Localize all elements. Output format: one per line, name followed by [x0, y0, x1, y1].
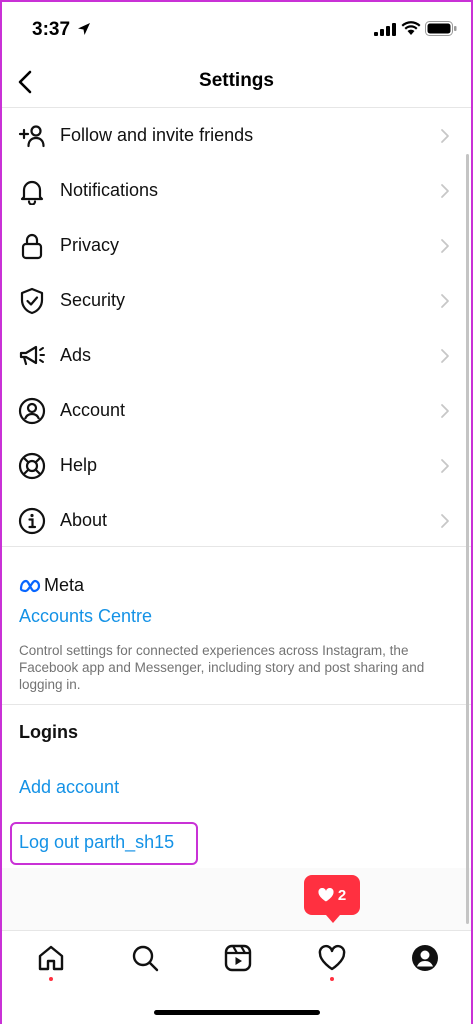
person-circle-icon	[18, 397, 46, 424]
scrollbar[interactable]	[466, 154, 469, 924]
home-icon[interactable]	[36, 943, 66, 973]
megaphone-icon	[19, 345, 45, 365]
home-activity-dot	[49, 977, 53, 981]
chevron-right-icon	[441, 128, 449, 143]
lock-icon	[21, 233, 43, 259]
menu-item-label: Help	[60, 455, 98, 475]
wifi-icon	[401, 21, 421, 35]
menu-item-label: Privacy	[60, 235, 120, 255]
bottom-spacer	[2, 868, 471, 930]
location-arrow-icon	[78, 23, 90, 35]
search-icon[interactable]	[130, 943, 160, 973]
menu-item-follow-invite[interactable]: Follow and invite friends	[2, 108, 471, 163]
menu-item-label: Ads	[60, 345, 92, 365]
section-divider	[2, 704, 471, 705]
chevron-right-icon	[441, 183, 449, 198]
menu-item-label: About	[60, 510, 108, 530]
chevron-right-icon	[441, 403, 449, 418]
section-divider	[2, 546, 471, 547]
status-bar: 3:37	[2, 2, 471, 56]
heart-filled-icon	[318, 888, 334, 902]
menu-item-label: Notifications	[60, 180, 159, 200]
meta-brand-text: Meta	[44, 575, 85, 595]
bell-icon	[20, 180, 44, 205]
menu-item-notifications[interactable]: Notifications	[2, 163, 471, 218]
menu-item-label: Security	[60, 290, 126, 310]
chevron-right-icon	[441, 238, 449, 253]
menu-item-label: Account	[60, 400, 126, 420]
chevron-right-icon	[441, 458, 449, 473]
logout-link[interactable]: Log out parth_sh15	[19, 832, 174, 853]
shield-icon	[20, 287, 44, 314]
accounts-centre-description: Control settings for connected experienc…	[19, 643, 425, 692]
settings-menu: Follow and invite friends Notifications …	[2, 108, 471, 548]
battery-icon	[425, 21, 457, 36]
home-indicator	[154, 1010, 320, 1015]
reels-icon[interactable]	[223, 943, 253, 973]
cellular-signal-icon	[374, 23, 396, 36]
add-account-link[interactable]: Add account	[19, 777, 119, 798]
logins-heading: Logins	[19, 722, 78, 742]
page-title: Settings	[199, 70, 274, 91]
heart-icon[interactable]	[317, 943, 347, 973]
menu-item-label: Follow and invite friends	[60, 125, 254, 145]
info-icon	[18, 507, 46, 534]
lifebuoy-icon	[18, 452, 46, 479]
menu-item-about[interactable]: About	[2, 493, 471, 548]
menu-item-security[interactable]: Security	[2, 273, 471, 328]
menu-item-ads[interactable]: Ads	[2, 328, 471, 383]
profile-icon[interactable]	[410, 943, 440, 973]
menu-item-help[interactable]: Help	[2, 438, 471, 493]
meta-logo: Meta	[19, 575, 84, 596]
add-person-icon	[18, 124, 45, 147]
activity-notification-bubble[interactable]: 2	[304, 875, 360, 923]
menu-item-privacy[interactable]: Privacy	[2, 218, 471, 273]
menu-item-account[interactable]: Account	[2, 383, 471, 438]
chevron-right-icon	[441, 293, 449, 308]
meta-infinity-icon	[19, 579, 41, 592]
status-time: 3:37	[32, 19, 71, 40]
chevron-right-icon	[441, 348, 449, 363]
notification-count: 2	[337, 886, 347, 904]
heart-activity-dot	[330, 977, 334, 981]
chevron-right-icon	[441, 513, 449, 528]
accounts-centre-link[interactable]: Accounts Centre	[19, 606, 152, 627]
nav-bar: Settings	[2, 56, 471, 108]
